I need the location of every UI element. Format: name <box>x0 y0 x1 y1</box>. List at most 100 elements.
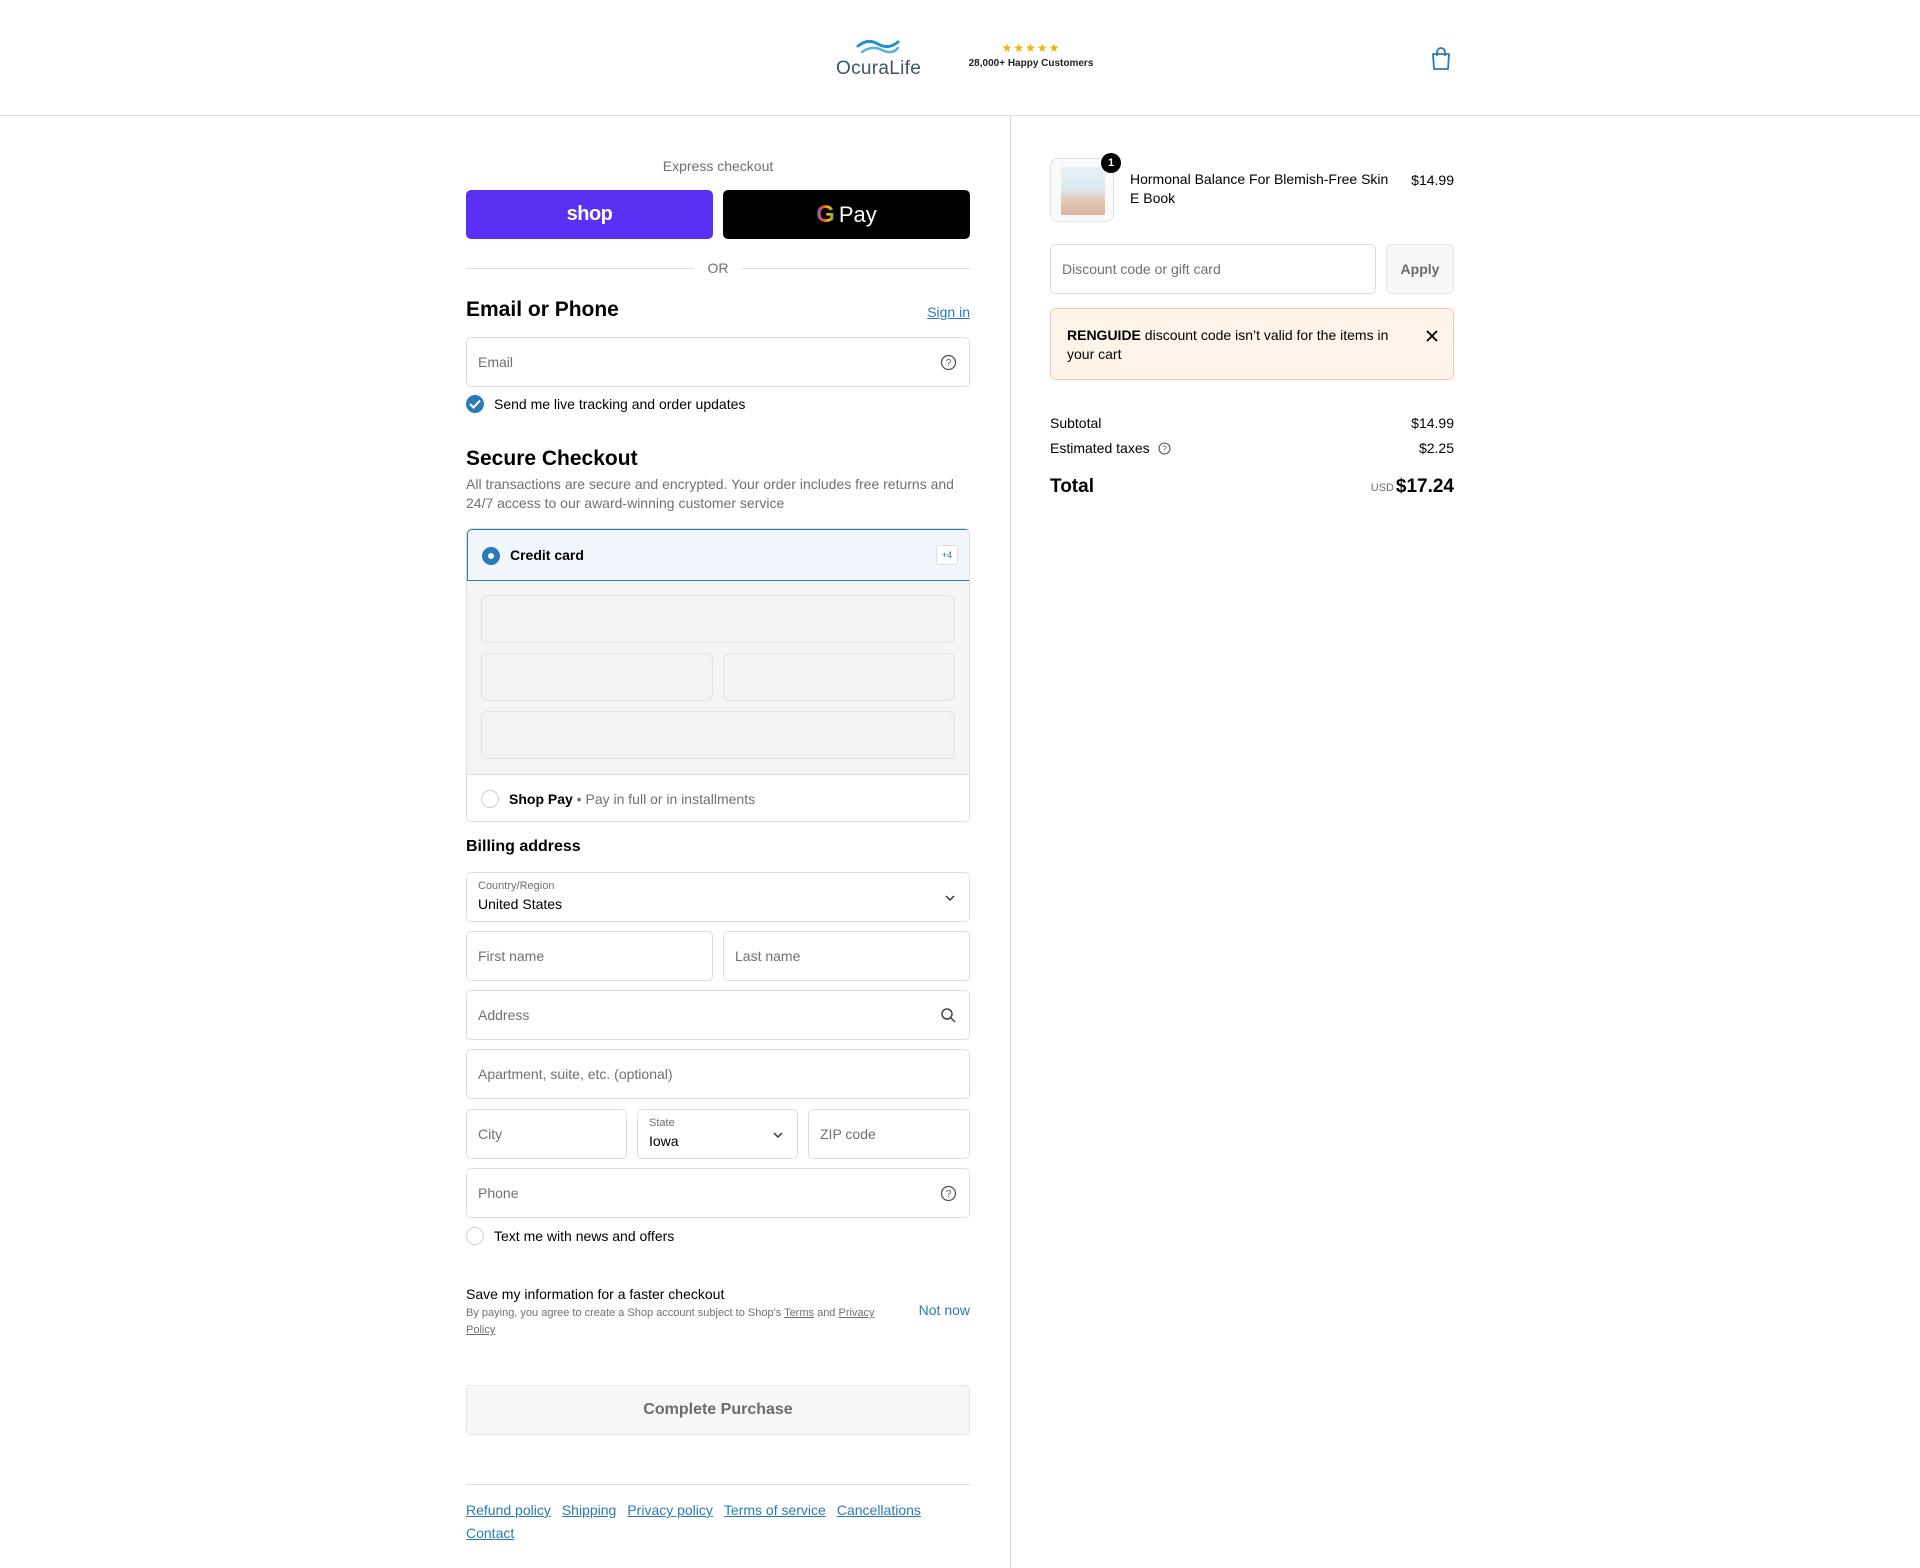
rating-text: 28,000+ Happy Customers <box>968 58 1094 69</box>
credit-card-label: Credit card <box>510 547 584 563</box>
wave-logo-icon <box>856 39 900 54</box>
subtotal-row: Subtotal $14.99 <box>1050 415 1454 431</box>
total-row: Total USD $17.24 <box>1050 476 1454 498</box>
search-icon <box>941 1008 956 1023</box>
not-now-button[interactable]: Not now <box>919 1302 970 1318</box>
close-icon[interactable] <box>1425 329 1439 343</box>
terms-of-service-link[interactable]: Terms of service <box>724 1502 826 1518</box>
text-offers-label: Text me with news and offers <box>494 1228 675 1244</box>
or-divider: OR <box>466 258 970 278</box>
shop-pay-radio[interactable] <box>481 790 499 808</box>
footer-links: Refund policy Shipping Privacy policy Terms… <box>466 1499 970 1545</box>
checkmark-icon <box>469 399 481 409</box>
svg-text:?: ? <box>946 358 952 369</box>
chevron-down-icon <box>773 1132 783 1139</box>
taxes-label: Estimated taxes <box>1050 440 1150 456</box>
refund-policy-link[interactable]: Refund policy <box>466 1502 551 1518</box>
terms-link[interactable]: Terms <box>784 1307 814 1319</box>
shopping-bag-icon[interactable] <box>1430 47 1452 71</box>
tracking-checkbox-row[interactable]: Send me live tracking and order updates <box>466 395 745 413</box>
tracking-label: Send me live tracking and order updates <box>494 396 746 412</box>
text-offers-checkbox[interactable] <box>466 1227 484 1245</box>
first-name-placeholder: First name <box>478 948 545 964</box>
country-value: United States <box>478 896 563 912</box>
complete-purchase-button[interactable]: Complete Purchase <box>466 1385 970 1435</box>
shop-pay-option[interactable]: Shop Pay • Pay in full or in installment… <box>467 775 969 821</box>
svg-text:?: ? <box>1162 445 1167 454</box>
brand-name: OcuraLife <box>836 58 922 79</box>
svg-text:?: ? <box>946 1189 952 1200</box>
header: OcuraLife ★★★★★ 28,000+ Happy Customers <box>0 0 1920 116</box>
contact-link[interactable]: Contact <box>466 1525 514 1541</box>
star-rating-icon: ★★★★★ <box>1001 41 1061 55</box>
discount-placeholder: Discount code or gift card <box>1062 261 1221 277</box>
billing-address-title: Billing address <box>466 838 581 855</box>
state-select[interactable]: State Iowa <box>637 1109 798 1159</box>
phone-placeholder: Phone <box>478 1185 519 1201</box>
city-placeholder: City <box>478 1126 503 1142</box>
credit-card-radio[interactable] <box>482 547 500 565</box>
email-field[interactable]: Email ? <box>466 337 970 387</box>
express-checkout-label: Express checkout <box>662 158 774 174</box>
country-label: Country/Region <box>478 880 555 892</box>
brand-logo[interactable]: OcuraLife <box>836 38 922 80</box>
customer-rating: ★★★★★ 28,000+ Happy Customers <box>966 41 1096 69</box>
card-expiry-input[interactable] <box>481 653 713 701</box>
zip-placeholder: ZIP code <box>820 1126 876 1142</box>
product-name: Hormonal Balance For Blemish-Free Skin E… <box>1130 171 1389 206</box>
card-number-input[interactable] <box>481 595 955 643</box>
quantity-badge: 1 <box>1101 153 1121 173</box>
complete-purchase-label: Complete Purchase <box>643 1401 793 1418</box>
city-field[interactable]: City <box>466 1109 627 1159</box>
help-icon[interactable]: ? <box>940 1185 957 1202</box>
total-label: Total <box>1050 476 1094 497</box>
discount-input[interactable]: Discount code or gift card <box>1050 244 1376 294</box>
chevron-down-icon <box>945 895 955 902</box>
google-pay-button[interactable]: G Pay <box>723 190 970 239</box>
column-divider <box>1010 116 1011 1568</box>
secure-checkout-title: Secure Checkout <box>466 447 638 470</box>
product-thumbnail: 1 <box>1050 153 1121 222</box>
shop-pay-label: Shop Pay • Pay in full or in installment… <box>509 791 756 807</box>
shop-pay-button[interactable]: shop <box>466 190 713 239</box>
last-name-placeholder: Last name <box>735 948 801 964</box>
shipping-link[interactable]: Shipping <box>562 1502 617 1518</box>
save-info-description: By paying, you agree to create a Shop ac… <box>466 1307 875 1336</box>
apply-discount-button[interactable]: Apply <box>1386 244 1454 294</box>
taxes-row: Estimated taxes ? $2.25 <box>1050 440 1454 456</box>
privacy-policy-link[interactable]: Privacy policy <box>627 1502 713 1518</box>
last-name-field[interactable]: Last name <box>723 931 970 981</box>
apply-label: Apply <box>1400 261 1440 277</box>
first-name-field[interactable]: First name <box>466 931 713 981</box>
product-image <box>1061 167 1105 215</box>
phone-field[interactable]: Phone ? <box>466 1168 970 1218</box>
cancellations-link[interactable]: Cancellations <box>837 1502 921 1518</box>
address-placeholder: Address <box>478 1007 530 1023</box>
taxes-value: $2.25 <box>1418 440 1454 456</box>
card-name-input[interactable] <box>481 711 955 759</box>
save-info-title: Save my information for a faster checkou… <box>466 1286 725 1302</box>
tracking-checkbox[interactable] <box>466 395 484 413</box>
email-placeholder: Email <box>478 354 514 370</box>
help-icon[interactable]: ? <box>940 354 957 371</box>
google-g-icon: G <box>816 200 835 228</box>
contact-title: Email or Phone <box>466 298 619 321</box>
apartment-placeholder: Apartment, suite, etc. (optional) <box>478 1066 673 1082</box>
total-value: $17.24 <box>1395 476 1454 497</box>
apartment-field[interactable]: Apartment, suite, etc. (optional) <box>466 1049 970 1099</box>
credit-card-fields <box>467 581 969 775</box>
address-field[interactable]: Address <box>466 990 970 1040</box>
text-offers-checkbox-row[interactable]: Text me with news and offers <box>466 1227 674 1245</box>
footer-divider <box>466 1484 970 1485</box>
help-icon[interactable]: ? <box>1157 442 1171 455</box>
state-label: State <box>649 1117 675 1129</box>
discount-error-alert: RENGUIDE discount code isn’t valid for t… <box>1050 308 1454 380</box>
state-value: Iowa <box>649 1133 679 1149</box>
sign-in-link[interactable]: Sign in <box>927 304 970 320</box>
card-cvv-input[interactable] <box>723 653 955 701</box>
zip-field[interactable]: ZIP code <box>808 1109 970 1159</box>
country-select[interactable]: Country/Region United States <box>466 872 970 922</box>
gpay-button-label: Pay <box>838 201 877 227</box>
credit-card-option[interactable]: Credit card +4 <box>467 529 969 581</box>
shop-button-label: shop <box>566 203 613 225</box>
